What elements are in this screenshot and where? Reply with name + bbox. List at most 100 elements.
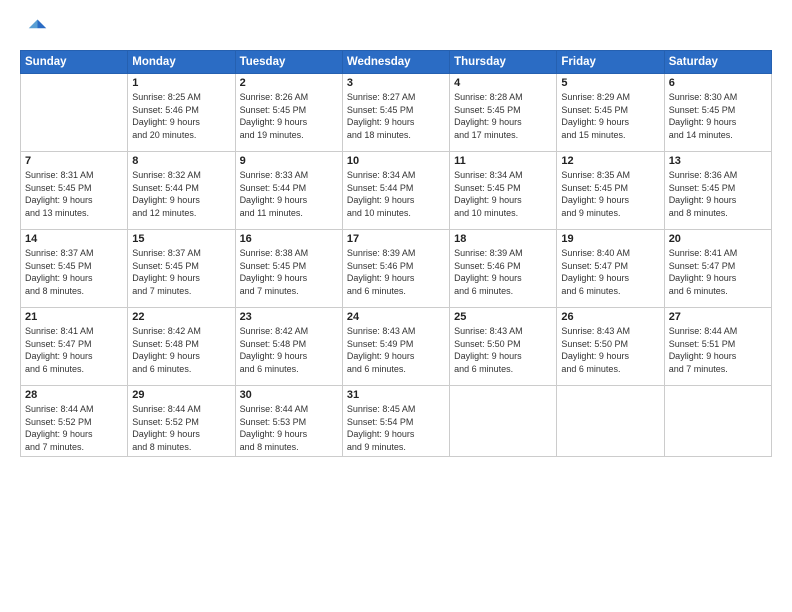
day-number: 28 [25, 389, 123, 401]
day-number: 27 [669, 311, 767, 323]
calendar-cell: 20Sunrise: 8:41 AMSunset: 5:47 PMDayligh… [664, 230, 771, 308]
calendar-cell: 29 Sunrise: 8:44 AMSunset: 5:52 PMDayligh… [128, 386, 235, 457]
cell-content: Sunrise: 8:28 AMSunset: 5:45 PMDaylight:… [454, 91, 552, 141]
day-header-sunday: Sunday [21, 51, 128, 74]
calendar-week-1: 1Sunrise: 8:25 AMSunset: 5:46 PMDaylight… [21, 74, 772, 152]
calendar-cell: 26 Sunrise: 8:43 AMSunset: 5:50 PMDayligh… [557, 308, 664, 386]
logo [20, 16, 50, 44]
day-number: 23 [240, 311, 338, 323]
calendar-cell: 30 Sunrise: 8:44 AMSunset: 5:53 PMDayligh… [235, 386, 342, 457]
cell-content: Sunrise: 8:45 AMSunset: 5:54 PMDaylight:… [347, 403, 445, 453]
cell-content: Sunrise: 8:44 AMSunset: 5:52 PMDaylight:… [25, 403, 123, 453]
cell-content: Sunrise: 8:30 AMSunset: 5:45 PMDaylight:… [669, 91, 767, 141]
day-number: 25 [454, 311, 552, 323]
calendar-cell: 15 Sunrise: 8:37 AMSunset: 5:45 PMDayligh… [128, 230, 235, 308]
calendar-cell: 28 Sunrise: 8:44 AMSunset: 5:52 PMDayligh… [21, 386, 128, 457]
cell-content: Sunrise: 8:41 AMSunset: 5:47 PMDaylight:… [25, 325, 123, 375]
cell-content: Sunrise: 8:43 AMSunset: 5:50 PMDaylight:… [454, 325, 552, 375]
calendar-cell [664, 386, 771, 457]
calendar-cell: 31Sunrise: 8:45 AMSunset: 5:54 PMDayligh… [342, 386, 449, 457]
day-number: 19 [561, 233, 659, 245]
calendar-week-4: 21Sunrise: 8:41 AMSunset: 5:47 PMDayligh… [21, 308, 772, 386]
day-header-thursday: Thursday [450, 51, 557, 74]
header [20, 16, 772, 44]
calendar-week-3: 14 Sunrise: 8:37 AMSunset: 5:45 PMDayligh… [21, 230, 772, 308]
cell-content: Sunrise: 8:37 AMSunset: 5:45 PMDaylight:… [132, 247, 230, 297]
day-number: 26 [561, 311, 659, 323]
day-number: 6 [669, 77, 767, 89]
day-header-tuesday: Tuesday [235, 51, 342, 74]
day-number: 11 [454, 155, 552, 167]
cell-content: Sunrise: 8:42 AMSunset: 5:48 PMDaylight:… [132, 325, 230, 375]
day-header-monday: Monday [128, 51, 235, 74]
cell-content: Sunrise: 8:39 AMSunset: 5:46 PMDaylight:… [347, 247, 445, 297]
day-number: 7 [25, 155, 123, 167]
cell-content: Sunrise: 8:38 AMSunset: 5:45 PMDaylight:… [240, 247, 338, 297]
day-header-friday: Friday [557, 51, 664, 74]
day-number: 12 [561, 155, 659, 167]
calendar-table: SundayMondayTuesdayWednesdayThursdayFrid… [20, 50, 772, 457]
calendar-cell: 9 Sunrise: 8:33 AMSunset: 5:44 PMDaylight… [235, 152, 342, 230]
day-number: 13 [669, 155, 767, 167]
calendar-cell [21, 74, 128, 152]
cell-content: Sunrise: 8:44 AMSunset: 5:52 PMDaylight:… [132, 403, 230, 453]
day-number: 9 [240, 155, 338, 167]
calendar-cell: 17 Sunrise: 8:39 AMSunset: 5:46 PMDayligh… [342, 230, 449, 308]
day-number: 10 [347, 155, 445, 167]
day-number: 17 [347, 233, 445, 245]
calendar-cell: 13 Sunrise: 8:36 AMSunset: 5:45 PMDayligh… [664, 152, 771, 230]
cell-content: Sunrise: 8:34 AMSunset: 5:44 PMDaylight:… [347, 169, 445, 219]
calendar-cell: 27 Sunrise: 8:44 AMSunset: 5:51 PMDayligh… [664, 308, 771, 386]
calendar-cell: 18 Sunrise: 8:39 AMSunset: 5:46 PMDayligh… [450, 230, 557, 308]
cell-content: Sunrise: 8:27 AMSunset: 5:45 PMDaylight:… [347, 91, 445, 141]
calendar-cell: 12 Sunrise: 8:35 AMSunset: 5:45 PMDayligh… [557, 152, 664, 230]
cell-content: Sunrise: 8:44 AMSunset: 5:53 PMDaylight:… [240, 403, 338, 453]
cell-content: Sunrise: 8:43 AMSunset: 5:50 PMDaylight:… [561, 325, 659, 375]
day-number: 16 [240, 233, 338, 245]
day-number: 15 [132, 233, 230, 245]
calendar-week-2: 7 Sunrise: 8:31 AMSunset: 5:45 PMDaylight… [21, 152, 772, 230]
calendar-cell: 22 Sunrise: 8:42 AMSunset: 5:48 PMDayligh… [128, 308, 235, 386]
day-number: 2 [240, 77, 338, 89]
calendar-cell: 21Sunrise: 8:41 AMSunset: 5:47 PMDayligh… [21, 308, 128, 386]
calendar-cell: 1Sunrise: 8:25 AMSunset: 5:46 PMDaylight… [128, 74, 235, 152]
day-number: 22 [132, 311, 230, 323]
cell-content: Sunrise: 8:33 AMSunset: 5:44 PMDaylight:… [240, 169, 338, 219]
cell-content: Sunrise: 8:43 AMSunset: 5:49 PMDaylight:… [347, 325, 445, 375]
cell-content: Sunrise: 8:35 AMSunset: 5:45 PMDaylight:… [561, 169, 659, 219]
calendar-cell: 23 Sunrise: 8:42 AMSunset: 5:48 PMDayligh… [235, 308, 342, 386]
cell-content: Sunrise: 8:32 AMSunset: 5:44 PMDaylight:… [132, 169, 230, 219]
calendar-week-5: 28 Sunrise: 8:44 AMSunset: 5:52 PMDayligh… [21, 386, 772, 457]
calendar-cell [450, 386, 557, 457]
day-number: 8 [132, 155, 230, 167]
day-number: 24 [347, 311, 445, 323]
day-number: 29 [132, 389, 230, 401]
day-header-saturday: Saturday [664, 51, 771, 74]
cell-content: Sunrise: 8:42 AMSunset: 5:48 PMDaylight:… [240, 325, 338, 375]
calendar-cell: 6 Sunrise: 8:30 AMSunset: 5:45 PMDaylight… [664, 74, 771, 152]
calendar-cell: 19 Sunrise: 8:40 AMSunset: 5:47 PMDayligh… [557, 230, 664, 308]
calendar-header-row: SundayMondayTuesdayWednesdayThursdayFrid… [21, 51, 772, 74]
day-number: 30 [240, 389, 338, 401]
day-number: 14 [25, 233, 123, 245]
calendar-cell: 16 Sunrise: 8:38 AMSunset: 5:45 PMDayligh… [235, 230, 342, 308]
calendar-cell: 4Sunrise: 8:28 AMSunset: 5:45 PMDaylight… [450, 74, 557, 152]
day-number: 18 [454, 233, 552, 245]
day-number: 3 [347, 77, 445, 89]
calendar-cell: 2 Sunrise: 8:26 AMSunset: 5:45 PMDaylight… [235, 74, 342, 152]
cell-content: Sunrise: 8:36 AMSunset: 5:45 PMDaylight:… [669, 169, 767, 219]
cell-content: Sunrise: 8:39 AMSunset: 5:46 PMDaylight:… [454, 247, 552, 297]
cell-content: Sunrise: 8:29 AMSunset: 5:45 PMDaylight:… [561, 91, 659, 141]
calendar-cell [557, 386, 664, 457]
calendar-cell: 3 Sunrise: 8:27 AMSunset: 5:45 PMDaylight… [342, 74, 449, 152]
cell-content: Sunrise: 8:44 AMSunset: 5:51 PMDaylight:… [669, 325, 767, 375]
day-number: 1 [132, 77, 230, 89]
cell-content: Sunrise: 8:40 AMSunset: 5:47 PMDaylight:… [561, 247, 659, 297]
calendar-cell: 7 Sunrise: 8:31 AMSunset: 5:45 PMDaylight… [21, 152, 128, 230]
cell-content: Sunrise: 8:26 AMSunset: 5:45 PMDaylight:… [240, 91, 338, 141]
calendar-cell: 5Sunrise: 8:29 AMSunset: 5:45 PMDaylight… [557, 74, 664, 152]
cell-content: Sunrise: 8:31 AMSunset: 5:45 PMDaylight:… [25, 169, 123, 219]
day-header-wednesday: Wednesday [342, 51, 449, 74]
cell-content: Sunrise: 8:37 AMSunset: 5:45 PMDaylight:… [25, 247, 123, 297]
calendar-cell: 25 Sunrise: 8:43 AMSunset: 5:50 PMDayligh… [450, 308, 557, 386]
